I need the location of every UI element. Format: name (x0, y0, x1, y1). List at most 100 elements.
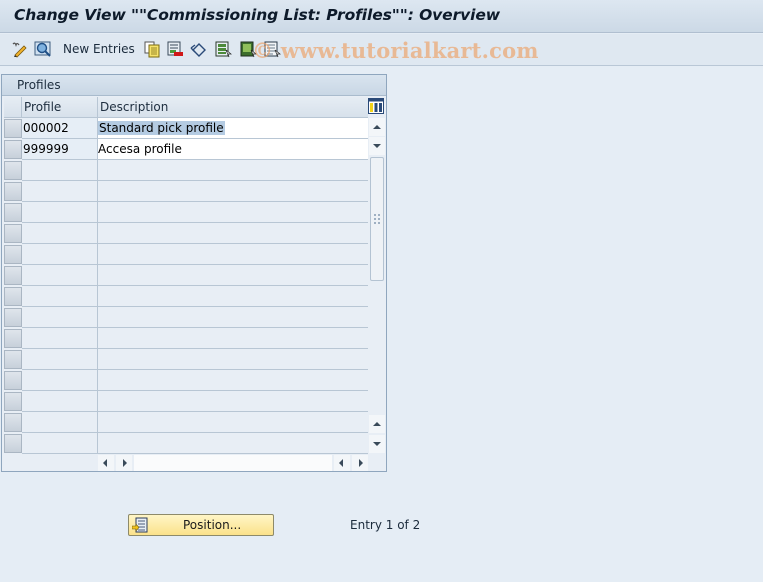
row-selector[interactable] (4, 308, 22, 327)
position-button[interactable]: Position... (128, 514, 274, 536)
row-selector[interactable] (4, 329, 22, 348)
table-row (4, 328, 368, 349)
select-all-icon[interactable] (214, 40, 232, 58)
panel-title: Profiles (2, 75, 386, 96)
table-row (4, 370, 368, 391)
position-icon (132, 517, 148, 533)
copy-as-icon[interactable] (143, 40, 161, 58)
profile-cell (22, 307, 98, 328)
title-bar: Change View ""Commissioning List: Profil… (0, 0, 763, 33)
description-cell (98, 160, 368, 181)
row-selector[interactable] (4, 287, 22, 306)
profiles-table-panel: Profiles Profile Description 000002 Stand… (1, 74, 387, 472)
row-selector[interactable] (4, 413, 22, 432)
profile-cell (22, 412, 98, 433)
profile-cell (22, 370, 98, 391)
row-selector[interactable] (4, 119, 22, 138)
description-cell (98, 223, 368, 244)
table-row (4, 412, 368, 433)
description-cell (98, 370, 368, 391)
table-row (4, 181, 368, 202)
undo-change-icon[interactable] (190, 40, 208, 58)
profile-cell[interactable]: 999999 (22, 139, 98, 160)
scroll-page-down-button[interactable] (369, 435, 385, 453)
row-selector[interactable] (4, 371, 22, 390)
select-all-rows-button[interactable] (4, 97, 22, 118)
row-selector[interactable] (4, 245, 22, 264)
description-cell (98, 307, 368, 328)
description-cell[interactable]: Standard pick profile (98, 118, 368, 139)
description-cell (98, 328, 368, 349)
column-header-profile[interactable]: Profile (22, 97, 98, 118)
table-row (4, 433, 368, 454)
description-cell (98, 202, 368, 223)
scroll-left-end-button[interactable] (334, 455, 350, 471)
new-entries-button[interactable]: New Entries (63, 42, 135, 56)
table-row (4, 202, 368, 223)
grip-icon (374, 214, 380, 224)
arrow-left-icon (103, 459, 107, 467)
profile-cell (22, 223, 98, 244)
row-selector[interactable] (4, 182, 22, 201)
description-cell (98, 412, 368, 433)
row-selector[interactable] (4, 392, 22, 411)
profile-cell (22, 181, 98, 202)
row-selector[interactable] (4, 140, 22, 159)
profile-cell (22, 328, 98, 349)
arrow-right-icon (359, 459, 363, 467)
arrow-up-icon (373, 422, 381, 426)
row-selector[interactable] (4, 266, 22, 285)
row-selector[interactable] (4, 350, 22, 369)
table-row (4, 265, 368, 286)
description-text: Standard pick profile (98, 121, 225, 135)
row-selector[interactable] (4, 224, 22, 243)
row-selector[interactable] (4, 203, 22, 222)
watermark: © www.tutorialkart.com (252, 38, 539, 63)
table-row: 999999 Accesa profile (4, 139, 368, 160)
description-text: Accesa profile (98, 142, 182, 156)
scroll-down-button[interactable] (369, 137, 385, 155)
scroll-right-button[interactable] (116, 455, 132, 471)
row-selector[interactable] (4, 434, 22, 453)
table-row: 000002 Standard pick profile (4, 118, 368, 139)
profile-cell (22, 349, 98, 370)
arrow-left-icon (339, 459, 343, 467)
profile-cell (22, 202, 98, 223)
scroll-left-button[interactable] (98, 455, 114, 471)
profile-cell (22, 433, 98, 454)
arrow-up-icon (373, 125, 381, 129)
profile-cell[interactable]: 000002 (22, 118, 98, 139)
application-toolbar: New Entries © www.tutorialkart.com (0, 34, 763, 66)
display-change-icon[interactable] (10, 40, 28, 58)
find-icon[interactable] (34, 40, 52, 58)
column-header-description[interactable]: Description (98, 97, 368, 118)
table-row (4, 223, 368, 244)
scroll-up-button[interactable] (369, 118, 385, 136)
page-title: Change View ""Commissioning List: Profil… (14, 6, 500, 24)
table-row (4, 244, 368, 265)
table-row (4, 391, 368, 412)
description-cell (98, 391, 368, 412)
entry-counter: Entry 1 of 2 (350, 518, 421, 532)
scroll-thumb[interactable] (370, 157, 384, 281)
profile-cell (22, 244, 98, 265)
profile-cell (22, 265, 98, 286)
arrow-down-icon (373, 144, 381, 148)
description-cell[interactable]: Accesa profile (98, 139, 368, 160)
table-row (4, 307, 368, 328)
description-cell (98, 286, 368, 307)
table-row (4, 286, 368, 307)
scroll-right-end-button[interactable] (352, 455, 368, 471)
description-cell (98, 265, 368, 286)
row-selector[interactable] (4, 161, 22, 180)
vertical-scrollbar[interactable] (368, 97, 386, 453)
profile-cell (22, 391, 98, 412)
delete-icon[interactable] (166, 40, 184, 58)
scroll-page-up-button[interactable] (369, 415, 385, 433)
description-cell (98, 433, 368, 454)
arrow-right-icon (123, 459, 127, 467)
profile-cell (22, 160, 98, 181)
position-button-label: Position... (183, 518, 242, 532)
table-row (4, 160, 368, 181)
horizontal-scroll-track[interactable] (134, 455, 332, 471)
